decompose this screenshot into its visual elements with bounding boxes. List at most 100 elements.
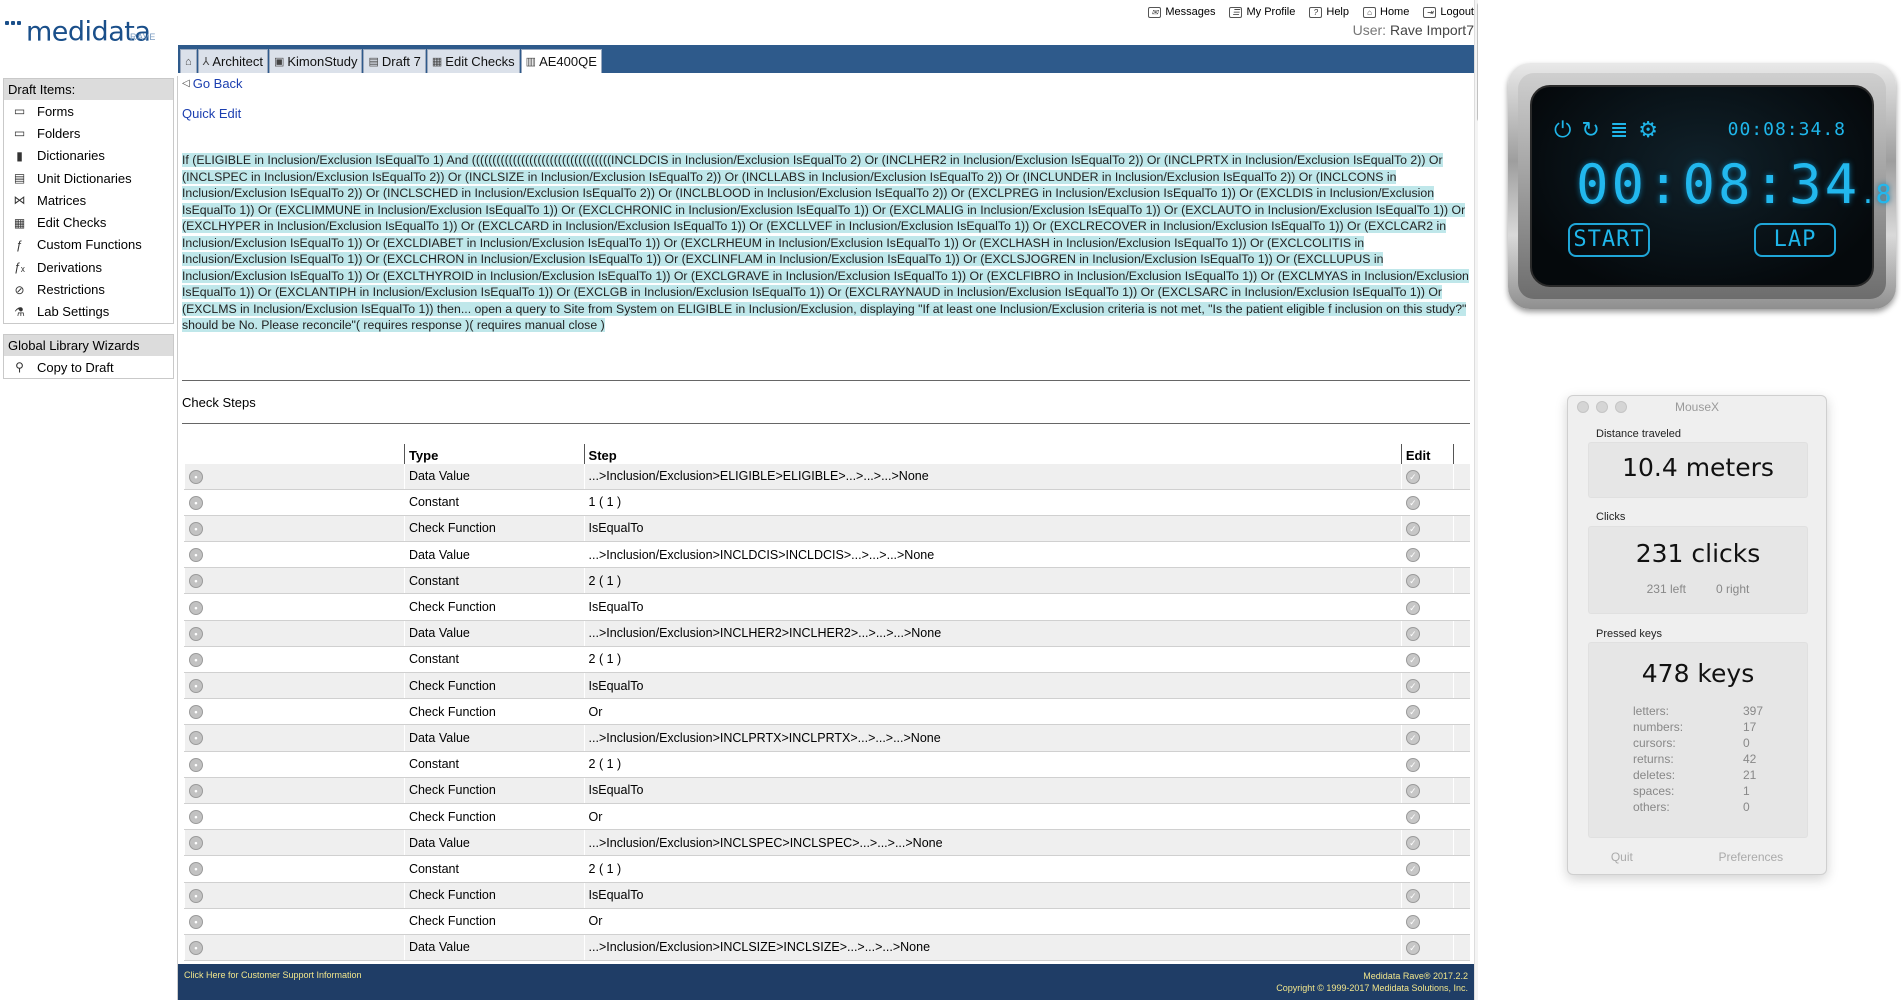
menu-icon[interactable]: ≣ <box>1610 117 1628 143</box>
edit-pencil-icon[interactable]: ✓ <box>1405 731 1420 746</box>
step-expand-icon[interactable]: • <box>189 731 203 746</box>
logout-link[interactable]: ⇥ Logout <box>1423 6 1474 18</box>
edit-pencil-icon[interactable]: ✓ <box>1405 862 1420 877</box>
tab-draft[interactable]: ▤ Draft 7 <box>363 49 426 73</box>
step-expand-icon[interactable]: • <box>189 914 203 929</box>
start-button[interactable]: START <box>1568 223 1650 257</box>
tab-architect[interactable]: ⅄ Architect <box>197 49 268 73</box>
step-value-cell: 2 ( 1 ) <box>583 855 1402 883</box>
footer: Click Here for Customer Support Informat… <box>178 964 1474 1000</box>
edit-pencil-icon[interactable]: ✓ <box>1405 652 1420 667</box>
edit-pencil-icon[interactable]: ✓ <box>1405 914 1420 929</box>
step-expand-icon[interactable]: • <box>189 679 203 694</box>
edit-pencil-icon[interactable]: ✓ <box>1405 940 1420 955</box>
minimize-icon[interactable] <box>1596 401 1608 413</box>
step-expand-icon[interactable]: • <box>189 521 203 536</box>
sidebar-item-unit-dictionaries[interactable]: ▤ Unit Dictionaries <box>4 167 173 189</box>
page-scrollbar[interactable] <box>1474 0 1478 1000</box>
sidebar-item-lab-settings[interactable]: ⚗ Lab Settings <box>4 301 173 323</box>
reset-icon[interactable]: ↻ <box>1581 117 1599 143</box>
go-back-link[interactable]: ◁ Go Back <box>182 76 243 91</box>
zoom-icon[interactable] <box>1615 401 1627 413</box>
sidebar-item-copy-to-draft[interactable]: ⚲ Copy to Draft <box>4 356 173 378</box>
help-link[interactable]: ? Help <box>1309 6 1349 18</box>
key-type-label: deletes: <box>1633 768 1676 782</box>
sidebar-item-dictionaries[interactable]: ▮ Dictionaries <box>4 145 173 167</box>
draft-items-title: Draft Items: <box>4 79 173 100</box>
step-type-cell: Data Value <box>403 462 585 490</box>
mousex-window: MouseX Distance traveled 10.4 meters Cli… <box>1567 395 1827 875</box>
step-expand-icon[interactable]: • <box>189 888 203 903</box>
edit-pencil-icon[interactable]: ✓ <box>1405 705 1420 720</box>
edit-pencil-icon[interactable]: ✓ <box>1405 888 1420 903</box>
home-link[interactable]: ⌂ Home <box>1363 6 1409 18</box>
study-icon: ▣ <box>273 55 285 68</box>
table-row: • Check Function IsEqualTo ✓ <box>184 593 1470 621</box>
edit-pencil-icon[interactable]: ✓ <box>1405 548 1420 563</box>
edit-pencil-icon[interactable]: ✓ <box>1405 757 1420 772</box>
tab-ae400qe[interactable]: ▥ AE400QE <box>520 49 602 73</box>
tab-study[interactable]: ▣ KimonStudy <box>268 49 363 73</box>
step-expand-icon[interactable]: • <box>189 810 203 825</box>
step-expand-icon[interactable]: • <box>189 940 203 955</box>
table-row: • Data Value ...>Inclusion/Exclusion>INCLS… <box>184 933 1470 962</box>
key-type-count: 0 <box>1743 800 1750 814</box>
step-expand-icon[interactable]: • <box>189 495 203 510</box>
step-value-cell: ...>Inclusion/Exclusion>INCLDCIS>INCLDCI… <box>583 541 1402 569</box>
step-expand-icon[interactable]: • <box>189 626 203 641</box>
step-edit-cell: ✓ <box>1400 567 1454 595</box>
step-type-cell: Constant <box>403 750 585 778</box>
sidebar-item-forms[interactable]: ▭ Forms <box>4 100 173 122</box>
edit-pencil-icon[interactable]: ✓ <box>1405 836 1420 851</box>
back-arrow-icon: ◁ <box>182 78 190 89</box>
distance-label: Distance traveled <box>1596 428 1681 440</box>
close-icon[interactable] <box>1577 401 1589 413</box>
step-expand-icon[interactable]: • <box>189 705 203 720</box>
sidebar-item-folders[interactable]: ▭ Folders <box>4 122 173 144</box>
table-row: • Data Value ...>Inclusion/Exclusion>INCLP… <box>184 724 1470 752</box>
step-expand-icon[interactable]: • <box>189 836 203 851</box>
step-value-cell: 2 ( 1 ) <box>583 567 1402 595</box>
customer-support-link[interactable]: Click Here for Customer Support Informat… <box>184 970 362 980</box>
tab-edit-checks[interactable]: ▦ Edit Checks <box>426 49 520 73</box>
edit-pencil-icon[interactable]: ✓ <box>1405 600 1420 615</box>
user-name: Rave Import7 <box>1389 22 1474 38</box>
power-icon[interactable]: ⏻ <box>1554 117 1571 143</box>
scrollbar-thumb[interactable] <box>1477 2 1478 122</box>
table-row: • Data Value ...>Inclusion/Exclusion>INCLH… <box>184 619 1470 647</box>
sidebar-item-matrices[interactable]: ⋈ Matrices <box>4 189 173 211</box>
column-header-type: Type <box>403 444 585 463</box>
messages-link[interactable]: ✉ Messages <box>1148 6 1215 18</box>
sidebar-item-derivations[interactable]: ƒₓ Derivations <box>4 256 173 278</box>
step-edit-cell: ✓ <box>1400 907 1454 935</box>
step-expand-icon[interactable]: • <box>189 469 203 484</box>
sidebar-item-custom-functions[interactable]: ƒ Custom Functions <box>4 234 173 256</box>
lap-button[interactable]: LAP <box>1754 223 1836 257</box>
step-value-cell: Or <box>583 802 1402 831</box>
settings-icon[interactable]: ⚙ <box>1638 117 1658 143</box>
step-expand-icon[interactable]: • <box>189 783 203 798</box>
step-expand-icon[interactable]: • <box>189 548 203 563</box>
key-type-label: returns: <box>1633 752 1674 766</box>
edit-pencil-icon[interactable]: ✓ <box>1405 626 1420 641</box>
edit-pencil-icon[interactable]: ✓ <box>1405 679 1420 694</box>
step-expand-icon[interactable]: • <box>189 600 203 615</box>
edit-pencil-icon[interactable]: ✓ <box>1405 495 1420 510</box>
step-expand-icon[interactable]: • <box>189 652 203 667</box>
quit-button[interactable]: Quit <box>1611 850 1633 864</box>
edit-pencil-icon[interactable]: ✓ <box>1405 810 1420 825</box>
my-profile-link[interactable]: ☰ My Profile <box>1229 6 1295 18</box>
step-expand-icon[interactable]: • <box>189 574 203 589</box>
edit-pencil-icon[interactable]: ✓ <box>1405 469 1420 484</box>
sidebar-item-restrictions[interactable]: ⊘ Restrictions <box>4 278 173 300</box>
edit-pencil-icon[interactable]: ✓ <box>1405 521 1420 536</box>
edit-pencil-icon[interactable]: ✓ <box>1405 783 1420 798</box>
preferences-button[interactable]: Preferences <box>1718 850 1783 864</box>
step-expand-icon[interactable]: • <box>189 862 203 877</box>
tab-home[interactable]: ⌂ <box>180 49 197 73</box>
quick-edit-link[interactable]: Quick Edit <box>182 106 241 121</box>
step-type-cell: Constant <box>403 567 585 595</box>
sidebar-item-edit-checks[interactable]: ▦ Edit Checks <box>4 211 173 233</box>
edit-pencil-icon[interactable]: ✓ <box>1405 574 1420 589</box>
step-expand-icon[interactable]: • <box>189 757 203 772</box>
